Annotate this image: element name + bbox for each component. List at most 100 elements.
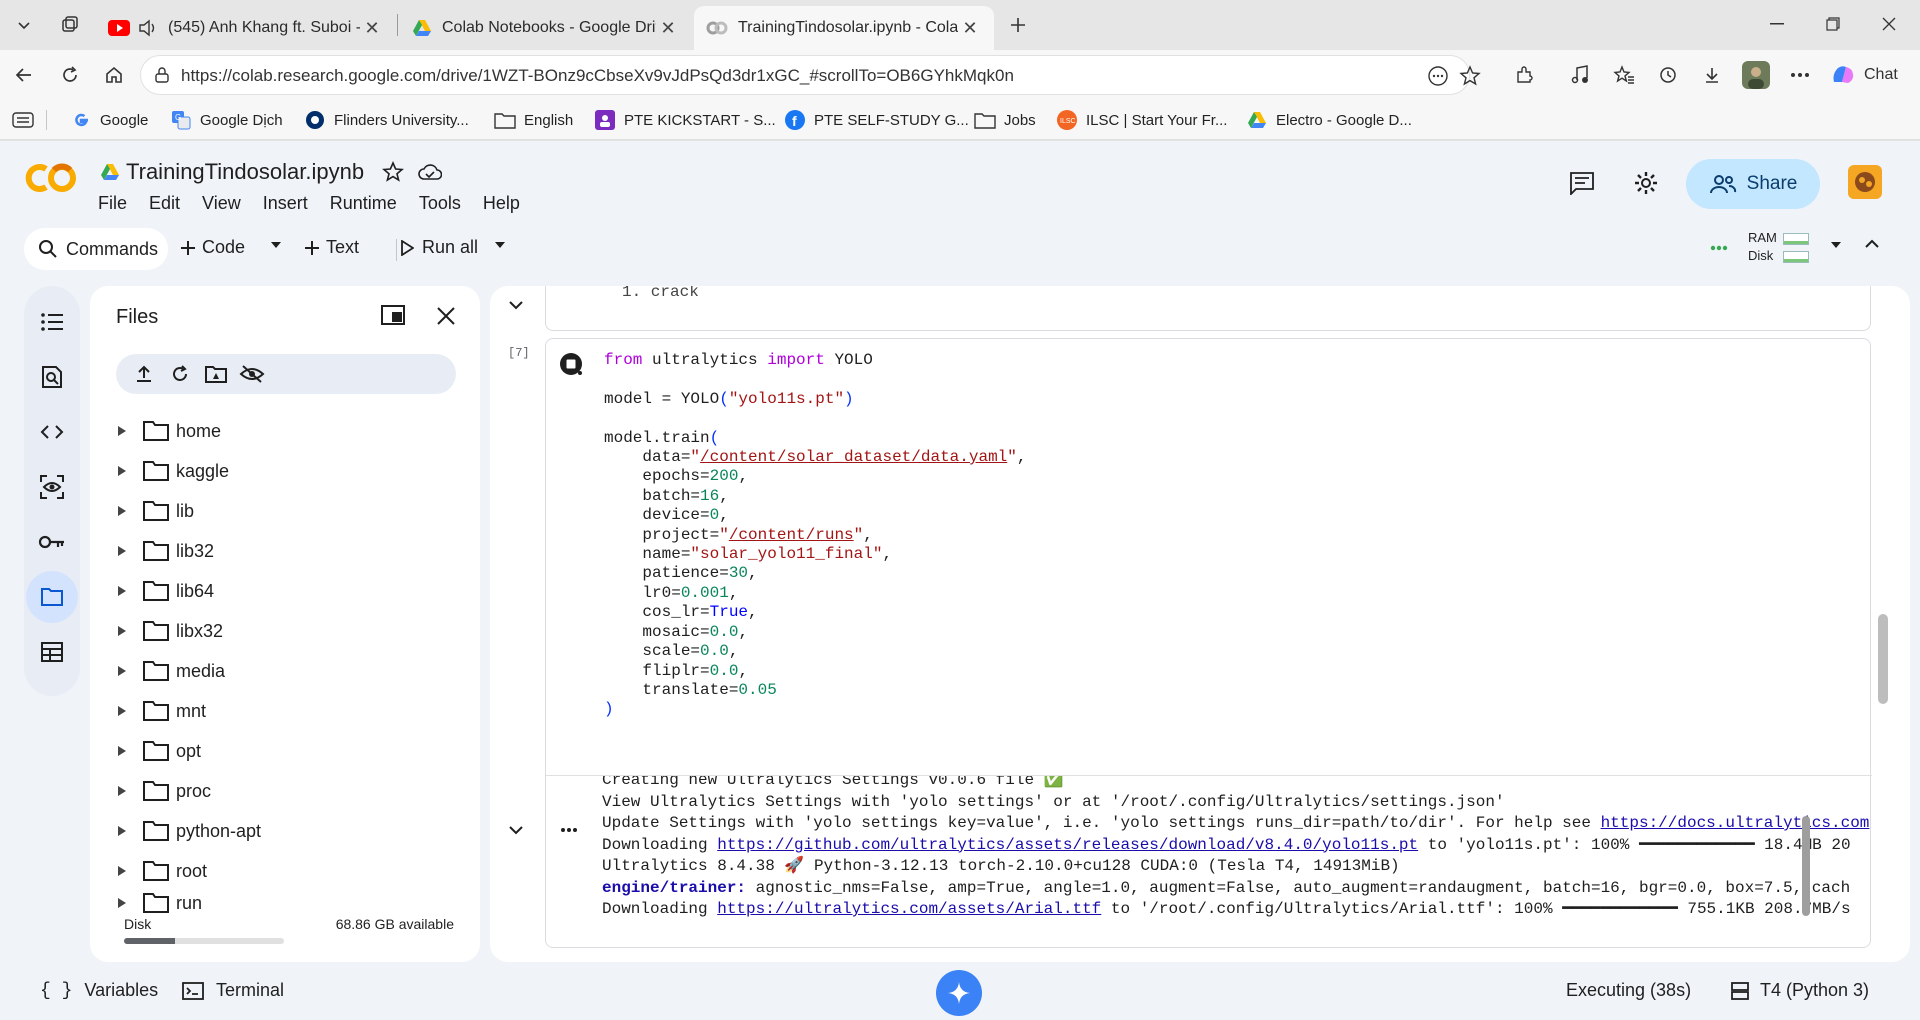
media-control-icon[interactable] [1562, 57, 1598, 93]
home-icon[interactable] [96, 57, 132, 93]
comments-icon[interactable] [1562, 163, 1602, 203]
folder-root[interactable]: root [110, 853, 207, 889]
folder-mnt[interactable]: mnt [110, 693, 206, 729]
share-button[interactable]: Share [1686, 159, 1820, 209]
runtime-dropdown-chevron-icon[interactable] [1830, 241, 1842, 249]
hide-hidden-files-icon[interactable] [234, 356, 270, 392]
bookmark-google-dich[interactable]: G Google Dịch [170, 107, 283, 133]
close-tab-icon[interactable]: ✕ [656, 16, 680, 40]
secrets-key-icon[interactable] [26, 516, 78, 568]
expand-arrow-icon[interactable] [110, 699, 134, 723]
workspaces-icon[interactable] [52, 9, 88, 41]
output-actions-icon[interactable] [560, 827, 578, 833]
tab-colab-active[interactable]: TrainingTindosolar.ipynb - Colab ✕ [694, 6, 994, 50]
files-folder-icon[interactable] [26, 571, 78, 623]
close-tab-icon[interactable]: ✕ [958, 16, 982, 40]
mount-drive-icon[interactable] [198, 356, 234, 392]
folder-opt[interactable]: opt [110, 733, 201, 769]
expand-arrow-icon[interactable] [110, 579, 134, 603]
add-text-button[interactable]: Text [304, 237, 359, 258]
expand-arrow-icon[interactable] [110, 859, 134, 883]
folder-run[interactable]: run [110, 893, 202, 913]
bookmark-pte-kickstart[interactable]: PTE KICKSTART - S... [594, 107, 776, 133]
profile-avatar[interactable] [1738, 57, 1774, 93]
bookmark-jobs[interactable]: Jobs [974, 107, 1036, 133]
menu-runtime[interactable]: Runtime [330, 193, 397, 214]
new-tab-icon[interactable] [1000, 9, 1036, 41]
expand-arrow-icon[interactable] [110, 459, 134, 483]
collapse-section-chevron-icon[interactable] [502, 291, 530, 319]
upload-icon[interactable] [126, 356, 162, 392]
tab-youtube[interactable]: (545) Anh Khang ft. Suboi - Q ✕ [96, 6, 396, 50]
site-info-icon[interactable] [153, 66, 171, 84]
code-snippets-icon[interactable] [26, 406, 78, 458]
favorites-icon[interactable] [1606, 57, 1642, 93]
bookmark-google[interactable]: Google [70, 107, 148, 133]
close-panel-icon[interactable] [436, 306, 456, 326]
back-arrow-icon[interactable] [6, 57, 42, 93]
folder-lib[interactable]: lib [110, 493, 194, 529]
folder-media[interactable]: media [110, 653, 225, 689]
open-in-tab-icon[interactable] [380, 304, 406, 326]
restore-window-icon[interactable] [1808, 0, 1858, 48]
notebook-title[interactable]: TrainingTindosolar.ipynb [126, 159, 364, 185]
tab-list-chevron-icon[interactable] [6, 9, 42, 41]
copilot-chat-button[interactable]: Chat [1830, 58, 1898, 92]
bookmark-ilsc[interactable]: ILSC ILSC | Start Your Fr... [1056, 107, 1227, 133]
notebook-scrollbar[interactable] [1878, 614, 1888, 704]
menu-help[interactable]: Help [483, 193, 520, 214]
variables-button[interactable]: { } Variables [40, 980, 158, 1001]
minimize-window-icon[interactable] [1752, 0, 1802, 48]
address-bar[interactable]: https://colab.research.google.com/drive/… [140, 55, 1481, 95]
expand-arrow-icon[interactable] [110, 499, 134, 523]
terminal-button[interactable]: Terminal [182, 980, 284, 1001]
arial-font-link[interactable]: https://ultralytics.com/assets/Arial.ttf [717, 900, 1101, 918]
folder-home[interactable]: home [110, 413, 221, 449]
account-avatar[interactable] [1848, 165, 1882, 199]
bookmark-flinders[interactable]: Flinders University... [304, 107, 469, 133]
expand-arrow-icon[interactable] [110, 893, 134, 913]
refresh-icon[interactable] [162, 356, 198, 392]
close-tab-icon[interactable]: ✕ [360, 16, 384, 40]
stop-execution-icon[interactable] [558, 351, 584, 377]
connection-status-dots-icon[interactable] [1710, 245, 1728, 251]
previous-text-cell[interactable]: 1. crack [545, 286, 1871, 331]
menu-view[interactable]: View [202, 193, 241, 214]
commands-button[interactable]: Commands [24, 228, 168, 270]
folder-proc[interactable]: proc [110, 773, 211, 809]
cloud-saved-icon[interactable] [418, 163, 443, 181]
code-cell[interactable]: from ultralytics import YOLO model = YOL… [545, 338, 1872, 948]
history-icon[interactable] [1650, 57, 1686, 93]
folder-lib64[interactable]: lib64 [110, 573, 214, 609]
more-options-icon[interactable] [1782, 57, 1818, 93]
yolo11s-download-link[interactable]: https://github.com/ultralytics/assets/re… [717, 836, 1418, 854]
tab-drive[interactable]: Colab Notebooks - Google Drive ✕ [400, 6, 692, 50]
resource-monitor[interactable]: RAM Disk [1748, 229, 1810, 265]
run-all-dropdown-chevron-icon[interactable] [494, 241, 506, 249]
expand-arrow-icon[interactable] [110, 659, 134, 683]
downloads-icon[interactable] [1694, 57, 1730, 93]
menu-file[interactable]: File [98, 193, 127, 214]
menu-edit[interactable]: Edit [149, 193, 180, 214]
star-icon[interactable] [382, 161, 405, 183]
find-replace-icon[interactable] [26, 351, 78, 403]
expand-arrow-icon[interactable] [110, 779, 134, 803]
extensions-icon[interactable] [1506, 57, 1542, 93]
run-all-button[interactable]: Run all [400, 237, 478, 258]
collapse-output-chevron-icon[interactable] [502, 816, 530, 844]
bookmark-english[interactable]: English [494, 107, 573, 133]
code-editor[interactable]: from ultralytics import YOLO model = YOL… [604, 351, 1027, 720]
gemini-sparkle-button[interactable] [936, 970, 982, 1016]
menu-tools[interactable]: Tools [419, 193, 461, 214]
table-of-contents-icon[interactable] [26, 296, 78, 348]
data-table-icon[interactable] [26, 626, 78, 678]
colab-logo[interactable] [24, 161, 78, 195]
drive-icon[interactable] [100, 163, 120, 181]
folder-lib32[interactable]: lib32 [110, 533, 214, 569]
folder-libx32[interactable]: libx32 [110, 613, 223, 649]
folder-kaggle[interactable]: kaggle [110, 453, 229, 489]
speaker-icon[interactable] [138, 19, 158, 37]
bookmark-pte-self-study[interactable]: f PTE SELF-STUDY G... [784, 107, 969, 133]
add-code-button[interactable]: Code [180, 237, 245, 258]
folder-python-apt[interactable]: python-apt [110, 813, 261, 849]
